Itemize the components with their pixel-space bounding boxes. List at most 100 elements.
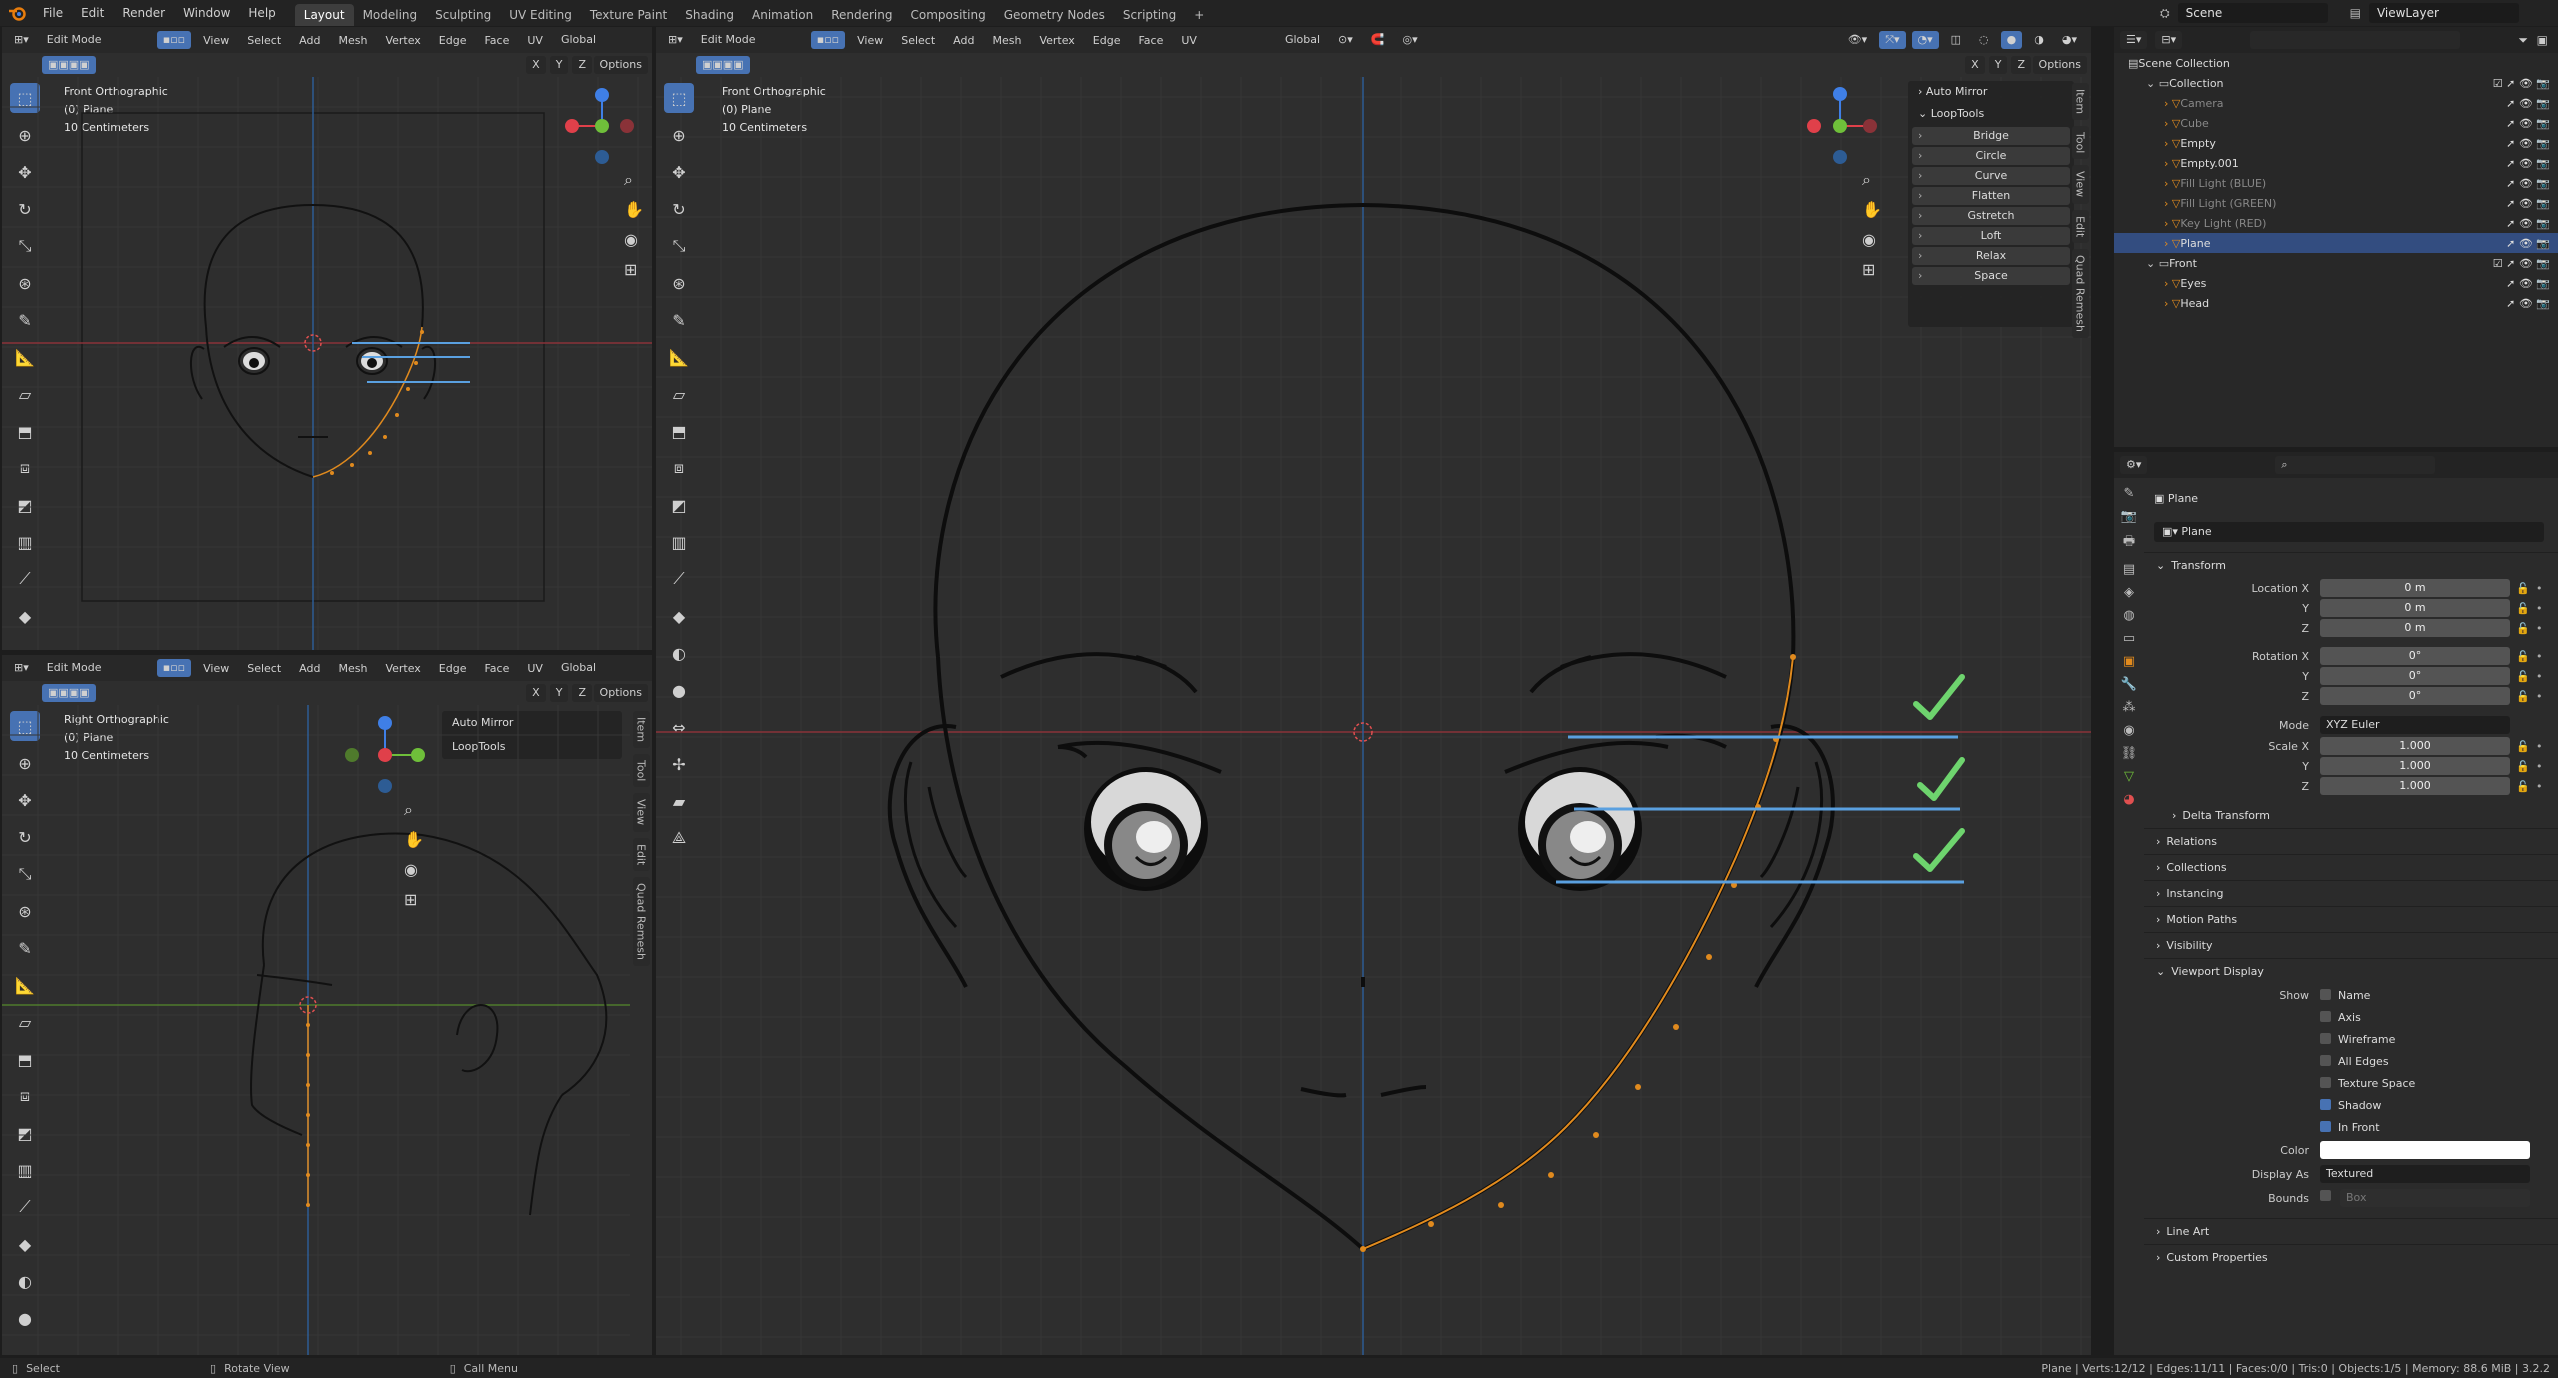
viewport-right-small[interactable]: ⊞▾ Edit Mode ▪▫▫ View Select Add Mesh Ve… (2, 655, 652, 1355)
ortho-grid-icon[interactable]: ⊞ (404, 890, 417, 909)
outliner-row[interactable]: › ▽ Plane ➚ 👁 📷 (2114, 233, 2558, 253)
outliner-row[interactable]: › ▽ Head ➚ 👁 📷 (2114, 293, 2558, 313)
circle-button[interactable]: Circle (1912, 147, 2070, 165)
material-tab-icon[interactable]: ◕ (2123, 792, 2134, 807)
flatten-button[interactable]: Flatten (1912, 187, 2070, 205)
navigation-gizmo[interactable] (345, 716, 425, 793)
outliner-row[interactable]: › ▽ Empty.001 ➚ 👁 📷 (2114, 153, 2558, 173)
ortho-grid-icon[interactable]: ⊞ (1862, 260, 1875, 279)
section-header[interactable]: › Visibility (2144, 932, 2558, 958)
restrict-toggles[interactable]: ➚ 👁 📷 (2506, 297, 2550, 310)
lock-icon[interactable]: 🔓 (2516, 690, 2530, 703)
tab-item[interactable]: Item (632, 711, 650, 749)
move-tool-icon[interactable]: ✥ (664, 157, 694, 187)
tab-view[interactable]: View (632, 793, 650, 832)
rotation-mode-dropdown[interactable]: XYZ Euler (2320, 716, 2510, 734)
location-field[interactable]: 0 m (2320, 619, 2510, 637)
tab-rendering[interactable]: Rendering (822, 4, 901, 26)
outliner-search-input[interactable] (2250, 31, 2461, 49)
measure-tool-icon[interactable]: 📐 (664, 342, 694, 372)
outliner-row[interactable]: ▤ Scene Collection (2114, 53, 2558, 73)
restrict-toggles[interactable]: ➚ 👁 📷 (2506, 117, 2550, 130)
outliner-row[interactable]: › ▽ Cube ➚ 👁 📷 (2114, 113, 2558, 133)
outliner-row[interactable]: › ▽ Empty ➚ 👁 📷 (2114, 133, 2558, 153)
tab-compositing[interactable]: Compositing (901, 4, 994, 26)
outliner-row[interactable]: › ▽ Fill Light (BLUE) ➚ 👁 📷 (2114, 173, 2558, 193)
object-tab-icon[interactable]: ▣ (2123, 654, 2135, 669)
view-layer-tab-icon[interactable]: ▤ (2123, 562, 2135, 577)
extrude-tool-icon[interactable]: ⬒ (664, 416, 694, 446)
tab-uv-editing[interactable]: UV Editing (500, 4, 581, 26)
scene-tab-icon[interactable]: ◈ (2124, 585, 2134, 600)
restrict-toggles[interactable]: ☑ ➚ 👁 📷 (2493, 257, 2550, 270)
show-checkbox[interactable] (2320, 1121, 2331, 1132)
menu-file[interactable]: File (34, 0, 72, 26)
tab-quad-remesh[interactable]: Quad Remesh (632, 876, 650, 966)
lock-icon[interactable]: 🔓 (2516, 780, 2530, 793)
location-field[interactable]: 0 m (2320, 579, 2510, 597)
scale-field[interactable]: 1.000 (2320, 737, 2510, 755)
physics-tab-icon[interactable]: ◉ (2123, 723, 2134, 738)
lock-icon[interactable]: 🔓 (2516, 760, 2530, 773)
space-button[interactable]: Space (1912, 267, 2070, 285)
show-checkbox[interactable] (2320, 1077, 2331, 1088)
modifier-tab-icon[interactable]: 🔧 (2121, 677, 2137, 692)
rotation-field[interactable]: 0° (2320, 687, 2510, 705)
outliner-row[interactable]: › ▽ Eyes ➚ 👁 📷 (2114, 273, 2558, 293)
navigation-gizmo[interactable] (1807, 87, 1877, 164)
looptools-header[interactable]: ⌄ LoopTools (1908, 103, 2074, 125)
bridge-button[interactable]: Bridge (1912, 127, 2070, 145)
zoom-icon[interactable]: ⌕ (1862, 170, 1871, 189)
bounds-type-dropdown[interactable]: Box (2340, 1189, 2530, 1207)
auto-mirror-header[interactable]: › Auto Mirror (1908, 81, 2074, 103)
loop-cut-tool-icon[interactable]: ▥ (664, 527, 694, 557)
display-as-dropdown[interactable]: Textured (2320, 1165, 2530, 1183)
camera-view-icon[interactable]: ◉ (404, 860, 418, 879)
bevel-tool-icon[interactable]: ◩ (664, 490, 694, 520)
menu-edit[interactable]: Edit (72, 0, 113, 26)
new-collection-icon[interactable]: ▣ (2537, 33, 2548, 47)
restrict-toggles[interactable]: ➚ 👁 📷 (2506, 197, 2550, 210)
keyframe-dot-icon[interactable]: • (2536, 760, 2543, 773)
menu-window[interactable]: Window (174, 0, 239, 26)
smooth-tool-icon[interactable]: ● (664, 675, 694, 705)
add-cube-tool-icon[interactable]: ▱ (664, 379, 694, 409)
tab-item[interactable]: Item (2071, 83, 2089, 121)
pan-hand-icon[interactable]: ✋ (404, 830, 424, 849)
scale-field[interactable]: 1.000 (2320, 777, 2510, 795)
viewlayer-field[interactable]: ViewLayer (2368, 3, 2519, 23)
tab-shading[interactable]: Shading (676, 4, 743, 26)
show-checkbox[interactable] (2320, 1099, 2331, 1110)
section-header[interactable]: › Relations (2144, 828, 2558, 854)
filter-icon[interactable]: ⏷ (2518, 33, 2528, 48)
knife-tool-icon[interactable]: ⟋ (664, 564, 694, 594)
lock-icon[interactable]: 🔓 (2516, 650, 2530, 663)
tab-scripting[interactable]: Scripting (1114, 4, 1185, 26)
keyframe-dot-icon[interactable]: • (2536, 602, 2543, 615)
outliner-row[interactable]: › ▽ Camera ➚ 👁 📷 (2114, 93, 2558, 113)
display-mode-button[interactable]: ⊟▾ (2155, 31, 2183, 49)
editor-type-button[interactable]: ☰▾ (2120, 31, 2148, 49)
keyframe-dot-icon[interactable]: • (2536, 622, 2543, 635)
section-header[interactable]: › Collections (2144, 854, 2558, 880)
lock-icon[interactable]: 🔓 (2516, 740, 2530, 753)
tab-modeling[interactable]: Modeling (354, 4, 427, 26)
tab-animation[interactable]: Animation (743, 4, 822, 26)
data-tab-icon[interactable]: ▽ (2124, 769, 2134, 784)
navigation-gizmo[interactable] (565, 88, 634, 164)
collection-tab-icon[interactable]: ▭ (2123, 631, 2135, 646)
rotation-field[interactable]: 0° (2320, 647, 2510, 665)
viewport-display-header[interactable]: ⌄ Viewport Display (2144, 958, 2558, 984)
line-art-header[interactable]: › Line Art (2144, 1218, 2558, 1244)
restrict-toggles[interactable]: ☑ ➚ 👁 📷 (2493, 77, 2550, 90)
tab-tool[interactable]: Tool (632, 754, 650, 788)
particles-tab-icon[interactable]: ⁂ (2123, 700, 2136, 715)
object-name-field[interactable]: ▣▾ Plane (2154, 522, 2544, 542)
constraints-tab-icon[interactable]: ⛓ (2121, 746, 2138, 761)
curve-button[interactable]: Curve (1912, 167, 2070, 185)
scale-field[interactable]: 1.000 (2320, 757, 2510, 775)
loft-button[interactable]: Loft (1912, 227, 2070, 245)
keyframe-dot-icon[interactable]: • (2536, 650, 2543, 663)
tab-geometry-nodes[interactable]: Geometry Nodes (995, 4, 1114, 26)
tab-layout[interactable]: Layout (294, 4, 354, 26)
